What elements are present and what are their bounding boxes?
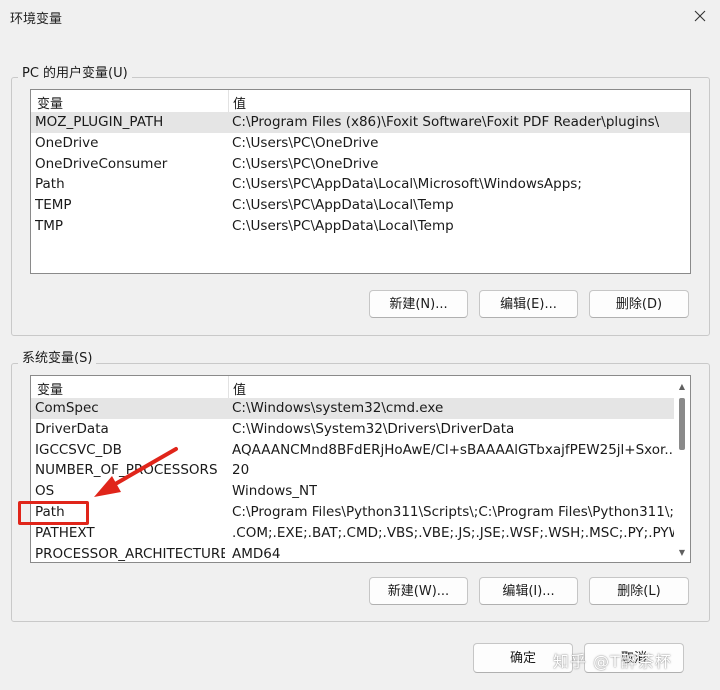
annotation-arrow-icon (94, 447, 178, 497)
watermark: 知乎 @T醉茶杯 (553, 652, 672, 671)
